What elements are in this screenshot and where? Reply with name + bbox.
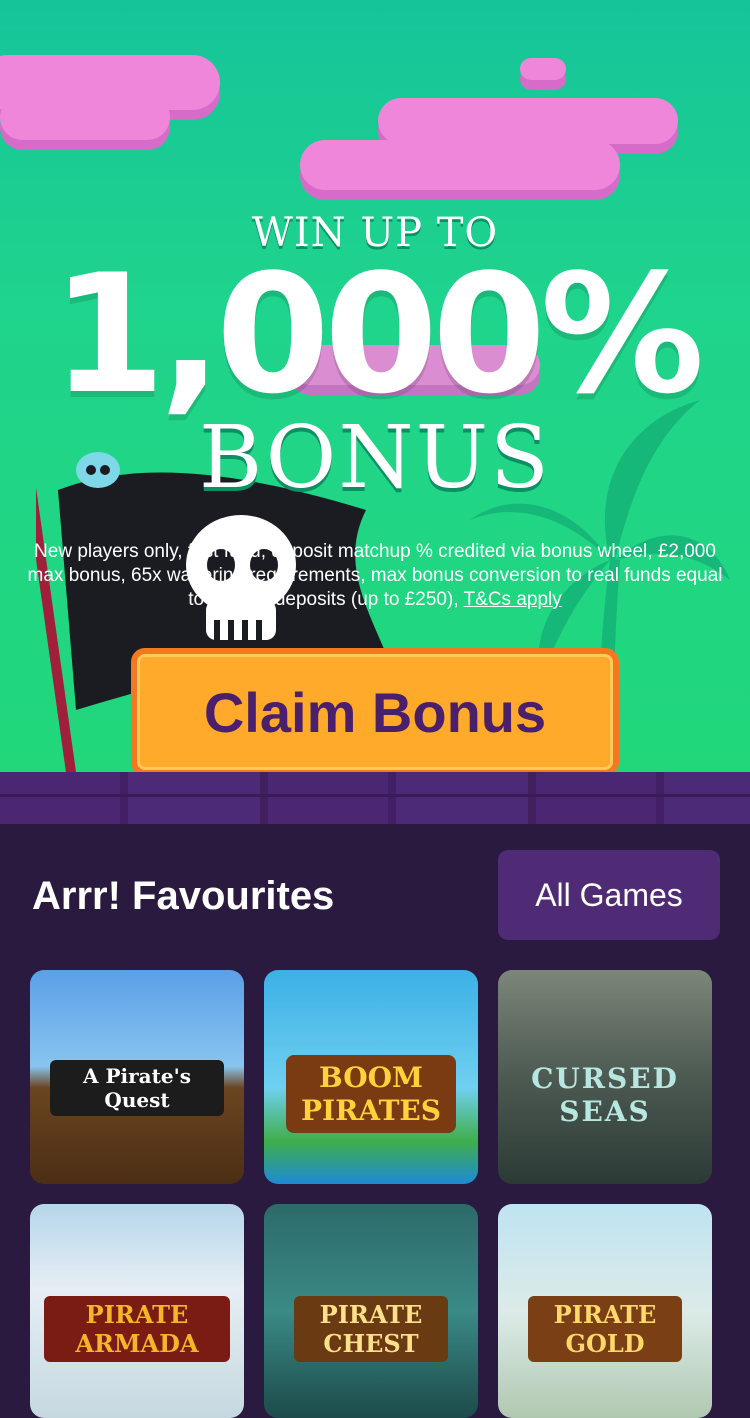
game-title: PIRATE ARMADA: [44, 1296, 230, 1362]
game-tile-pirates-quest[interactable]: A Pirate's Quest: [30, 970, 244, 1184]
game-tile-cursed-seas[interactable]: CURSED SEAS: [498, 970, 712, 1184]
game-title: A Pirate's Quest: [50, 1060, 224, 1116]
game-title: BOOM PIRATES: [286, 1055, 456, 1133]
game-tile-pirate-gold[interactable]: PIRATE GOLD: [498, 1204, 712, 1418]
bonus-terms: New players only, first fund, deposit ma…: [20, 540, 730, 612]
bonus-percentage: 1,000%: [51, 239, 704, 430]
game-tile-pirate-armada[interactable]: PIRATE ARMADA: [30, 1204, 244, 1418]
game-title: PIRATE CHEST: [294, 1296, 448, 1362]
hero-banner: WIN UP TO 1,000% BONUS New players only,…: [0, 0, 750, 775]
terms-link[interactable]: T&Cs apply: [464, 589, 562, 610]
cloud-decoration: [520, 58, 566, 80]
game-tile-pirate-chest[interactable]: PIRATE CHEST: [264, 1204, 478, 1418]
bonus-heading: BONUS: [199, 408, 551, 508]
bonus-terms-text: New players only, first fund, deposit ma…: [27, 541, 723, 610]
favourites-section: Arrr! Favourites All Games A Pirate's Qu…: [0, 824, 750, 1418]
section-title: Arrr! Favourites: [32, 874, 335, 918]
game-title: CURSED SEAS: [531, 1062, 679, 1128]
game-title: PIRATE GOLD: [528, 1296, 682, 1362]
cloud-decoration: [300, 140, 620, 190]
all-games-button[interactable]: All Games: [498, 850, 720, 940]
cloud-decoration: [378, 98, 678, 144]
cloud-decoration: [0, 95, 170, 140]
game-tile-boom-pirates[interactable]: BOOM PIRATES: [264, 970, 478, 1184]
claim-bonus-button[interactable]: Claim Bonus: [131, 648, 619, 775]
wooden-divider: [0, 772, 750, 824]
